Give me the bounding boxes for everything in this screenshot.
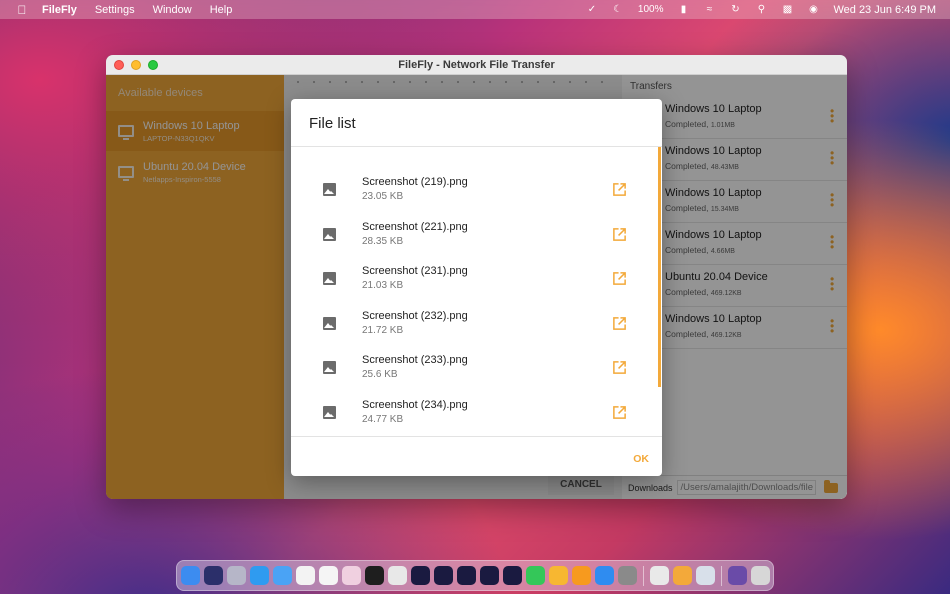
open-external-icon[interactable] (612, 360, 627, 375)
menu-settings[interactable]: Settings (95, 4, 135, 16)
preview-icon[interactable] (696, 566, 715, 585)
intellij-icon[interactable] (434, 566, 453, 585)
sketch-icon[interactable] (549, 566, 568, 585)
menu-app-name[interactable]: FileFly (42, 4, 77, 16)
dock-separator (643, 565, 644, 586)
control-center-icon[interactable]: ▩ (781, 4, 793, 16)
pycharm-icon[interactable] (503, 566, 522, 585)
file-name: Screenshot (221).png (362, 221, 468, 233)
filefly-icon[interactable] (673, 566, 692, 585)
ok-button[interactable]: OK (613, 450, 649, 468)
open-external-icon[interactable] (612, 271, 627, 286)
file-name: Screenshot (233).png (362, 354, 468, 366)
dialog-divider (291, 146, 662, 147)
file-size: 23.05 KB (362, 191, 404, 202)
time-machine-icon[interactable]: ↻ (729, 4, 741, 16)
siri-icon[interactable]: ◉ (807, 4, 819, 16)
downloads-stack-icon[interactable] (728, 566, 747, 585)
minimize-window-button[interactable] (131, 60, 141, 70)
title-bar[interactable]: FileFly - Network File Transfer (106, 55, 847, 75)
file-row: Screenshot (233).png 25.6 KB (291, 347, 657, 391)
app-store-icon[interactable] (595, 566, 614, 585)
file-row: Screenshot (234).png 24.77 KB (291, 392, 657, 436)
image-icon (323, 406, 336, 419)
menubar-clock[interactable]: Wed 23 Jun 6:49 PM (833, 4, 936, 16)
safari-icon[interactable] (250, 566, 269, 585)
battery-icon[interactable]: ▮ (677, 4, 689, 16)
file-row: Screenshot (231).png 21.03 KB (291, 258, 657, 302)
notes-icon[interactable] (296, 566, 315, 585)
menu-help[interactable]: Help (210, 4, 233, 16)
siri-app-icon[interactable] (204, 566, 223, 585)
trash-icon[interactable] (751, 566, 770, 585)
books-icon[interactable] (572, 566, 591, 585)
phpstorm-icon[interactable] (457, 566, 476, 585)
finder-icon[interactable] (181, 566, 200, 585)
file-row: Screenshot (232).png 21.72 KB (291, 303, 657, 347)
webstorm-icon[interactable] (411, 566, 430, 585)
facetime-icon[interactable] (526, 566, 545, 585)
spotlight-search-icon[interactable]: ⚲ (755, 4, 767, 16)
open-external-icon[interactable] (612, 182, 627, 197)
slack-icon[interactable] (650, 566, 669, 585)
textedit-icon[interactable] (388, 566, 407, 585)
maximize-window-button[interactable] (148, 60, 158, 70)
open-external-icon[interactable] (612, 405, 627, 420)
chrome-icon[interactable] (319, 566, 338, 585)
launchpad-icon[interactable] (227, 566, 246, 585)
file-name: Screenshot (231).png (362, 265, 468, 277)
file-size: 24.77 KB (362, 414, 404, 425)
status-area: ✓ ☾ 100% ▮ ≈ ↻ ⚲ ▩ ◉ Wed 23 Jun 6:49 PM (586, 4, 936, 16)
image-icon (323, 183, 336, 196)
dock (176, 560, 774, 591)
checkmark-status-icon[interactable]: ✓ (586, 4, 598, 16)
file-name: Screenshot (232).png (362, 310, 468, 322)
photos-icon[interactable] (342, 566, 361, 585)
open-external-icon[interactable] (612, 227, 627, 242)
menu-bar:  FileFly Settings Window Help ✓ ☾ 100% … (0, 0, 950, 19)
file-size: 28.35 KB (362, 236, 404, 247)
file-size: 21.72 KB (362, 325, 404, 336)
dialog-title: File list (309, 115, 356, 132)
close-window-button[interactable] (114, 60, 124, 70)
system-preferences-icon[interactable] (618, 566, 637, 585)
image-icon (323, 272, 336, 285)
datagrip-icon[interactable] (480, 566, 499, 585)
window-controls (114, 60, 158, 70)
file-name: Screenshot (219).png (362, 176, 468, 188)
window-title: FileFly - Network File Transfer (398, 58, 555, 71)
dialog-scrollbar[interactable] (658, 147, 661, 387)
open-external-icon[interactable] (612, 316, 627, 331)
file-row: Screenshot (221).png 28.35 KB (291, 214, 657, 258)
moon-icon[interactable]: ☾ (612, 4, 624, 16)
terminal-icon[interactable] (365, 566, 384, 585)
file-name: Screenshot (234).png (362, 399, 468, 411)
file-size: 25.6 KB (362, 369, 398, 380)
wifi-icon[interactable]: ≈ (703, 4, 715, 16)
apple-logo-icon[interactable]:  (14, 3, 30, 17)
image-icon (323, 228, 336, 241)
image-icon (323, 317, 336, 330)
battery-percent: 100% (637, 4, 664, 15)
file-list-dialog: File list Screenshot (219).png 23.05 KB … (291, 99, 662, 476)
dock-separator (721, 565, 722, 586)
file-row: Screenshot (219).png 23.05 KB (291, 169, 657, 213)
menu-window[interactable]: Window (153, 4, 192, 16)
file-size: 21.03 KB (362, 280, 404, 291)
dialog-footer-divider (291, 436, 662, 437)
mail-icon[interactable] (273, 566, 292, 585)
image-icon (323, 361, 336, 374)
